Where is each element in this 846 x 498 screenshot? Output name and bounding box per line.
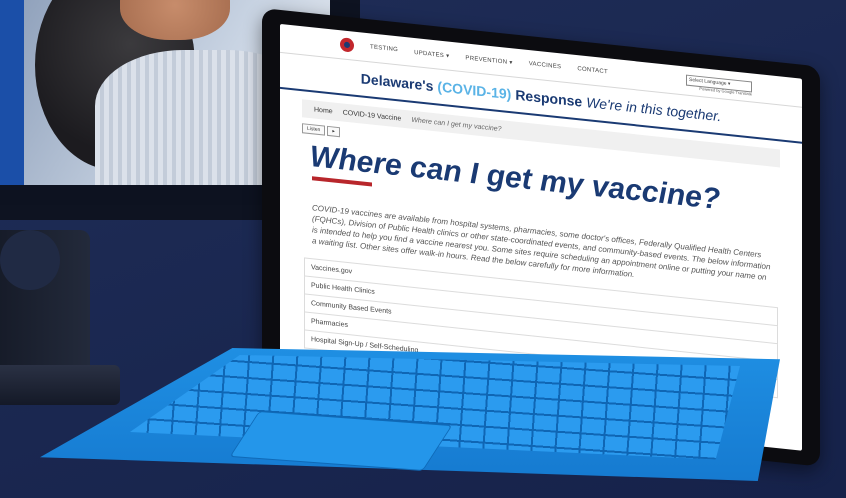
monitor-stand-base [0,365,120,405]
nav-item-prevention[interactable]: PREVENTION ▾ [465,54,512,66]
nav-item-updates[interactable]: UPDATES ▾ [414,48,449,59]
nav-item-vaccines[interactable]: VACCINES [529,61,562,70]
breadcrumb-current: Where can I get my vaccine? [411,116,502,133]
monitor-blue-panel [0,0,24,185]
listen-play-icon[interactable]: ▸ [327,125,340,138]
nav-item-testing[interactable]: TESTING [370,44,398,53]
nav-item-contact[interactable]: CONTACT [577,66,608,75]
breadcrumb-section[interactable]: COVID-19 Vaccine [343,109,402,122]
listen-button[interactable]: Listen [302,123,326,136]
delaware-logo-icon[interactable] [340,37,354,53]
banner-covid: (COVID-19) [437,78,512,103]
banner-response: Response [515,86,583,110]
banner-delaware: Delaware's [360,70,434,95]
breadcrumb-home[interactable]: Home [314,106,333,115]
banner-tagline: We're in this together. [586,94,722,125]
monitor-stand-hole [0,230,60,290]
